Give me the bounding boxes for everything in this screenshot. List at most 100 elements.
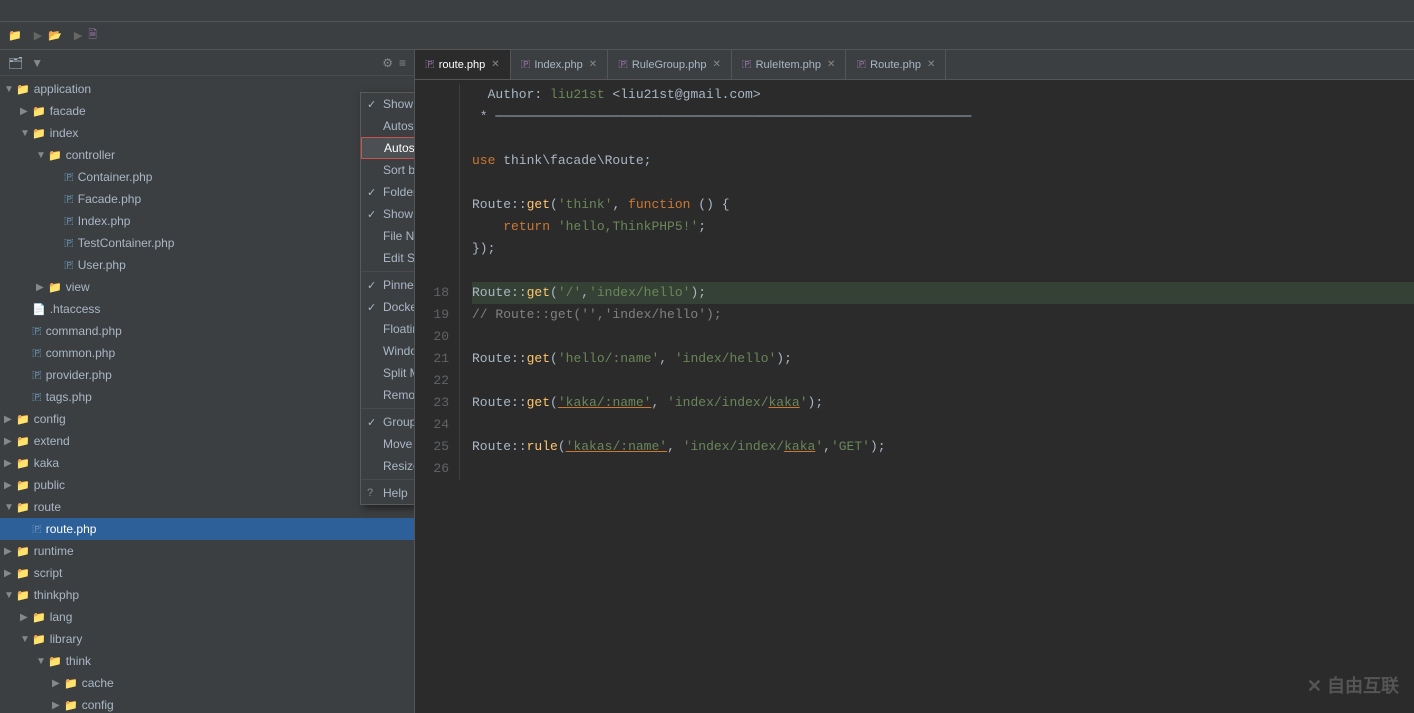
tree-item-think[interactable]: ▼📁think	[0, 650, 414, 672]
menu-item-autoscroll-to-source[interactable]: Autoscroll to Source	[361, 115, 415, 137]
tab-close[interactable]: ✕	[491, 59, 499, 70]
line-number: 22	[420, 370, 449, 392]
tree-item-commandphp[interactable]: 🇵command.php	[0, 320, 414, 342]
menu-item-docked-mode[interactable]: ✓Docked Mode	[361, 296, 415, 318]
menu-item-edit-scopes[interactable]: Edit Scopes...	[361, 247, 415, 269]
line-number	[420, 238, 449, 260]
tab-close[interactable]: ✕	[927, 59, 935, 70]
tree-item-routephp[interactable]: 🇵route.php	[0, 518, 414, 540]
menu-item-floating-mode[interactable]: Floating Mode	[361, 318, 415, 340]
menu-item-split-mode[interactable]: Split Mode	[361, 362, 415, 384]
menu-item-label: Sort by Type	[383, 163, 415, 177]
tab-close[interactable]: ✕	[827, 59, 835, 70]
tree-item-application[interactable]: ▼📁application	[0, 78, 414, 100]
tab-Indexphp[interactable]: 🇵Index.php✕	[511, 50, 608, 79]
tree-item-label: TestContainer.php	[78, 236, 175, 250]
tab-routephp[interactable]: 🇵route.php✕	[415, 50, 511, 79]
line-number: 23	[420, 392, 449, 414]
code-line: Route::get('hello/:name', 'index/hello')…	[472, 348, 1414, 370]
tree-item-view[interactable]: ▶📁view	[0, 276, 414, 298]
menu-item-pinned-mode[interactable]: ✓Pinned Mode	[361, 274, 415, 296]
checkmark-icon: ✓	[367, 186, 376, 199]
tree-item-Facadephp[interactable]: 🇵Facade.php	[0, 188, 414, 210]
tree-item-config[interactable]: ▶📁config	[0, 408, 414, 430]
collapse-all-icon[interactable]: ≡	[399, 56, 406, 70]
project-icon: 🗂	[8, 56, 23, 70]
tree-item-label: cache	[82, 676, 114, 690]
tab-RuleItemphp[interactable]: 🇵RuleItem.php✕	[732, 50, 847, 79]
tab-close[interactable]: ✕	[712, 59, 720, 70]
tree-item-controller[interactable]: ▼📁controller	[0, 144, 414, 166]
tree-item-lang[interactable]: ▶📁lang	[0, 606, 414, 628]
tree-item-index[interactable]: ▼📁index	[0, 122, 414, 144]
tree-item-label: extend	[34, 434, 70, 448]
tree-item-thinkphp[interactable]: ▼📁thinkphp	[0, 584, 414, 606]
code-line	[472, 172, 1414, 194]
menu-item-show-members[interactable]: ✓Show Members	[361, 93, 415, 115]
menu-item-sort-by-type[interactable]: Sort by Type	[361, 159, 415, 181]
tree-item-runtime[interactable]: ▶📁runtime	[0, 540, 414, 562]
file-icon: 📁	[32, 633, 46, 646]
menu-item-remove-from-sidebar[interactable]: Remove from Sidebar	[361, 384, 415, 406]
file-icon: 📁	[48, 655, 62, 668]
menu-item-folders-always-on-top[interactable]: ✓Folders Always on Top	[361, 181, 415, 203]
tab-close[interactable]: ✕	[589, 59, 597, 70]
tree-item-Containerphp[interactable]: 🇵Container.php	[0, 166, 414, 188]
menu-item-label: Edit Scopes...	[383, 251, 415, 265]
tree-item-Userphp[interactable]: 🇵User.php	[0, 254, 414, 276]
tree-item-htaccess[interactable]: 📄.htaccess	[0, 298, 414, 320]
file-icon: 📄	[32, 303, 46, 316]
tree-item-kaka[interactable]: ▶📁kaka	[0, 452, 414, 474]
tree-item-commonphp[interactable]: 🇵common.php	[0, 342, 414, 364]
menu-item-autoscroll-from-source[interactable]: Autoscroll from Source	[361, 137, 415, 159]
menu-item-windowed-mode[interactable]: Windowed Mode	[361, 340, 415, 362]
line-number	[420, 172, 449, 194]
file-icon: 🇵	[64, 193, 74, 206]
line-number	[420, 216, 449, 238]
tab-php-icon: 🇵	[618, 58, 628, 71]
tree-arrow: ▶	[4, 568, 16, 579]
menu-item-resize[interactable]: Resize▶	[361, 455, 415, 477]
tree-item-label: view	[66, 280, 90, 294]
menu-item-label: Help	[383, 486, 408, 500]
tree-item-library[interactable]: ▼📁library	[0, 628, 414, 650]
tree-item-extend[interactable]: ▶📁 extend	[0, 430, 414, 452]
sidebar-title: 🗂 ▼	[8, 56, 43, 70]
file-icon: 🇵	[32, 347, 42, 360]
tab-RuleGroupphp[interactable]: 🇵RuleGroup.php✕	[608, 50, 732, 79]
tree-item-script[interactable]: ▶📁script	[0, 562, 414, 584]
menu-item-file-nesting[interactable]: File Nesting...	[361, 225, 415, 247]
file-icon: 📁	[16, 83, 30, 96]
cog-icon[interactable]: ⚙	[382, 56, 393, 70]
breadcrumb-icon: 📁	[8, 29, 22, 42]
file-icon: 🇵	[64, 171, 74, 184]
tree-item-route[interactable]: ▼📁route	[0, 496, 414, 518]
menu-item-group-tabs[interactable]: ✓Group Tabs	[361, 411, 415, 433]
line-numbers: 181920212223242526	[415, 84, 460, 480]
dropdown-icon[interactable]: ▼	[31, 56, 43, 70]
tree-item-label: application	[34, 82, 91, 96]
tree-arrow: ▶	[4, 436, 16, 447]
tab-Routephp[interactable]: 🇵Route.php✕	[846, 50, 946, 79]
tree-item-public[interactable]: ▶📁public	[0, 474, 414, 496]
tree-arrow: ▶	[4, 458, 16, 469]
menu-item-move-to[interactable]: Move to▶	[361, 433, 415, 455]
tree-item-TestContainerphp[interactable]: 🇵TestContainer.php	[0, 232, 414, 254]
tree-item-label: command.php	[46, 324, 122, 338]
code-line: // Route::get('','index/hello');	[472, 304, 1414, 326]
tree-item-label: route	[34, 500, 61, 514]
menu-separator	[361, 271, 415, 272]
tree-item-providerphp[interactable]: 🇵provider.php	[0, 364, 414, 386]
tree-item-label: config	[34, 412, 66, 426]
tree-item-label: script	[34, 566, 63, 580]
tree-item-config[interactable]: ▶📁config	[0, 694, 414, 713]
file-icon: 📁	[16, 435, 30, 448]
tree-item-tagsphp[interactable]: 🇵tags.php	[0, 386, 414, 408]
sidebar-actions[interactable]: ⚙ ≡	[382, 56, 406, 70]
menu-item-show-excluded-files[interactable]: ✓Show Excluded Files	[361, 203, 415, 225]
tree-item-cache[interactable]: ▶📁cache	[0, 672, 414, 694]
checkmark-icon: ✓	[367, 208, 376, 221]
tree-item-facade[interactable]: ▶📁facade	[0, 100, 414, 122]
menu-item-help[interactable]: ?Help	[361, 482, 415, 504]
tree-item-Indexphp[interactable]: 🇵Index.php	[0, 210, 414, 232]
